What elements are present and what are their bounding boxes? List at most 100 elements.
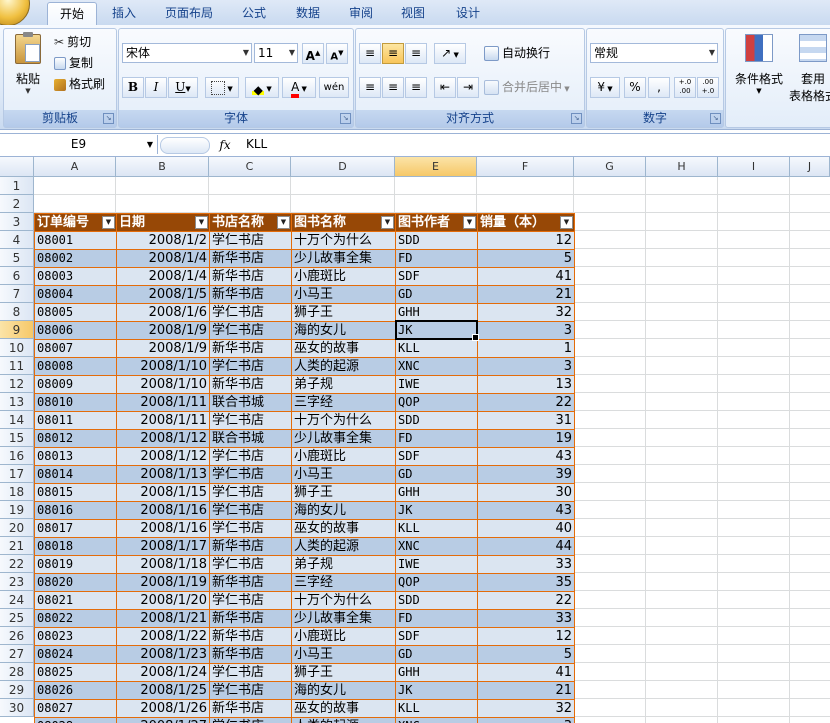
table-cell[interactable]: 新华书店 (209, 285, 292, 304)
font-size-select[interactable]: 11 ▼ (254, 43, 298, 63)
table-cell[interactable]: 41 (477, 663, 575, 682)
borders-button[interactable]: ▼ (205, 77, 239, 98)
row-header[interactable]: 17 (0, 465, 34, 483)
column-header-e[interactable]: E (395, 157, 477, 176)
table-cell[interactable]: XNC (395, 357, 478, 376)
table-cell[interactable]: 小鹿斑比 (291, 627, 396, 646)
table-cell[interactable]: 小马王 (291, 645, 396, 664)
shrink-font-button[interactable]: A▼ (326, 43, 348, 64)
table-cell[interactable]: 08006 (34, 321, 117, 340)
table-cell[interactable]: IWE (395, 555, 478, 574)
column-header-c[interactable]: C (209, 157, 291, 176)
row-header[interactable]: 29 (0, 681, 34, 699)
phonetic-guide-button[interactable]: wén (319, 77, 349, 98)
row-header[interactable]: 10 (0, 339, 34, 357)
header-cell[interactable]: 图书作者 ▼ (395, 213, 478, 232)
paste-button[interactable]: 粘贴 ▼ (10, 32, 46, 102)
table-cell[interactable]: 2008/1/16 (116, 501, 210, 520)
table-cell[interactable]: 12 (477, 627, 575, 646)
row-header[interactable]: 6 (0, 267, 34, 285)
table-cell[interactable]: 08015 (34, 483, 117, 502)
table-cell[interactable]: 3 (477, 717, 575, 723)
filter-dropdown-icon[interactable]: ▼ (560, 216, 573, 229)
table-cell[interactable]: 1 (477, 339, 575, 358)
row-header[interactable]: 12 (0, 375, 34, 393)
table-cell[interactable]: 33 (477, 609, 575, 628)
table-cell[interactable]: JK (395, 501, 478, 520)
tab-insert[interactable]: 插入 (101, 2, 147, 24)
format-painter-button[interactable]: 格式刷 (54, 74, 105, 94)
tab-formulas[interactable]: 公式 (230, 2, 278, 24)
table-cell[interactable]: 08021 (34, 591, 117, 610)
comma-style-button[interactable]: , (648, 77, 670, 98)
table-cell[interactable]: 巫女的故事 (291, 339, 396, 358)
table-cell[interactable]: 2008/1/22 (116, 627, 210, 646)
fill-color-button[interactable]: ◆ ▼ (245, 77, 279, 98)
table-cell[interactable]: 新华书店 (209, 537, 292, 556)
row-header[interactable]: 19 (0, 501, 34, 519)
filter-dropdown-icon[interactable]: ▼ (381, 216, 394, 229)
conditional-formatting-button[interactable]: 条件格式 ▼ (730, 32, 788, 95)
row-header[interactable]: 26 (0, 627, 34, 645)
wrap-text-button[interactable]: 自动换行 (484, 43, 550, 63)
table-cell[interactable]: 08007 (34, 339, 117, 358)
table-cell[interactable]: 19 (477, 429, 575, 448)
table-cell[interactable]: 2008/1/9 (116, 321, 210, 340)
table-cell[interactable]: QOP (395, 393, 478, 412)
row-header[interactable]: 7 (0, 285, 34, 303)
table-cell[interactable]: 十万个为什么 (291, 591, 396, 610)
table-cell[interactable]: 5 (477, 249, 575, 268)
table-cell[interactable]: 31 (477, 411, 575, 430)
font-name-select[interactable]: 宋体 ▼ (122, 43, 252, 63)
table-cell[interactable]: 2008/1/24 (116, 663, 210, 682)
table-cell[interactable]: 小马王 (291, 465, 396, 484)
table-cell[interactable]: 狮子王 (291, 303, 396, 322)
table-cell[interactable]: 十万个为什么 (291, 231, 396, 250)
table-cell[interactable]: 08028 (34, 717, 117, 723)
table-cell[interactable]: 学仁书店 (209, 357, 292, 376)
row-header[interactable]: 4 (0, 231, 34, 249)
increase-decimal-button[interactable]: +.0 .00 (674, 77, 696, 98)
format-as-table-button[interactable]: 套用 表格格式 (788, 32, 830, 104)
column-header-d[interactable]: D (291, 157, 395, 176)
table-cell[interactable]: 2008/1/9 (116, 339, 210, 358)
table-cell[interactable]: 学仁书店 (209, 519, 292, 538)
table-cell[interactable]: JK (395, 321, 478, 340)
name-box[interactable]: E9 ▼ (0, 135, 158, 154)
table-cell[interactable]: SDD (395, 231, 478, 250)
increase-indent-button[interactable]: ⇥ (457, 77, 479, 98)
table-cell[interactable]: 08017 (34, 519, 117, 538)
header-cell[interactable]: 日期 ▼ (116, 213, 210, 232)
column-header-f[interactable]: F (477, 157, 574, 176)
table-cell[interactable]: 2008/1/11 (116, 411, 210, 430)
table-cell[interactable]: GHH (395, 663, 478, 682)
table-cell[interactable]: 人类的起源 (291, 717, 396, 723)
row-header[interactable]: 22 (0, 555, 34, 573)
row-header[interactable]: 30 (0, 699, 34, 717)
tab-view[interactable]: 视图 (390, 2, 436, 24)
formula-input[interactable]: KLL (246, 135, 267, 154)
table-cell[interactable]: 少儿故事全集 (291, 429, 396, 448)
table-cell[interactable]: 学仁书店 (209, 717, 292, 723)
table-cell[interactable]: 08012 (34, 429, 117, 448)
table-cell[interactable]: 12 (477, 231, 575, 250)
table-cell[interactable]: 人类的起源 (291, 357, 396, 376)
table-cell[interactable]: 08022 (34, 609, 117, 628)
orientation-button[interactable]: ↗ ▼ (434, 43, 466, 64)
table-cell[interactable]: 狮子王 (291, 663, 396, 682)
column-header-j[interactable]: J (790, 157, 830, 176)
table-cell[interactable]: 32 (477, 303, 575, 322)
row-header[interactable]: 3 (0, 213, 34, 231)
table-cell[interactable]: 43 (477, 447, 575, 466)
row-header[interactable]: 9 (0, 321, 34, 339)
table-cell[interactable]: QOP (395, 573, 478, 592)
table-cell[interactable]: 小马王 (291, 285, 396, 304)
cut-button[interactable]: ✂ 剪切 (54, 32, 91, 52)
formula-bar-divider[interactable] (160, 137, 210, 154)
table-cell[interactable]: 2008/1/20 (116, 591, 210, 610)
table-cell[interactable]: 08019 (34, 555, 117, 574)
table-cell[interactable]: 新华书店 (209, 267, 292, 286)
table-cell[interactable]: IWE (395, 375, 478, 394)
table-cell[interactable]: 40 (477, 519, 575, 538)
table-cell[interactable]: 13 (477, 375, 575, 394)
